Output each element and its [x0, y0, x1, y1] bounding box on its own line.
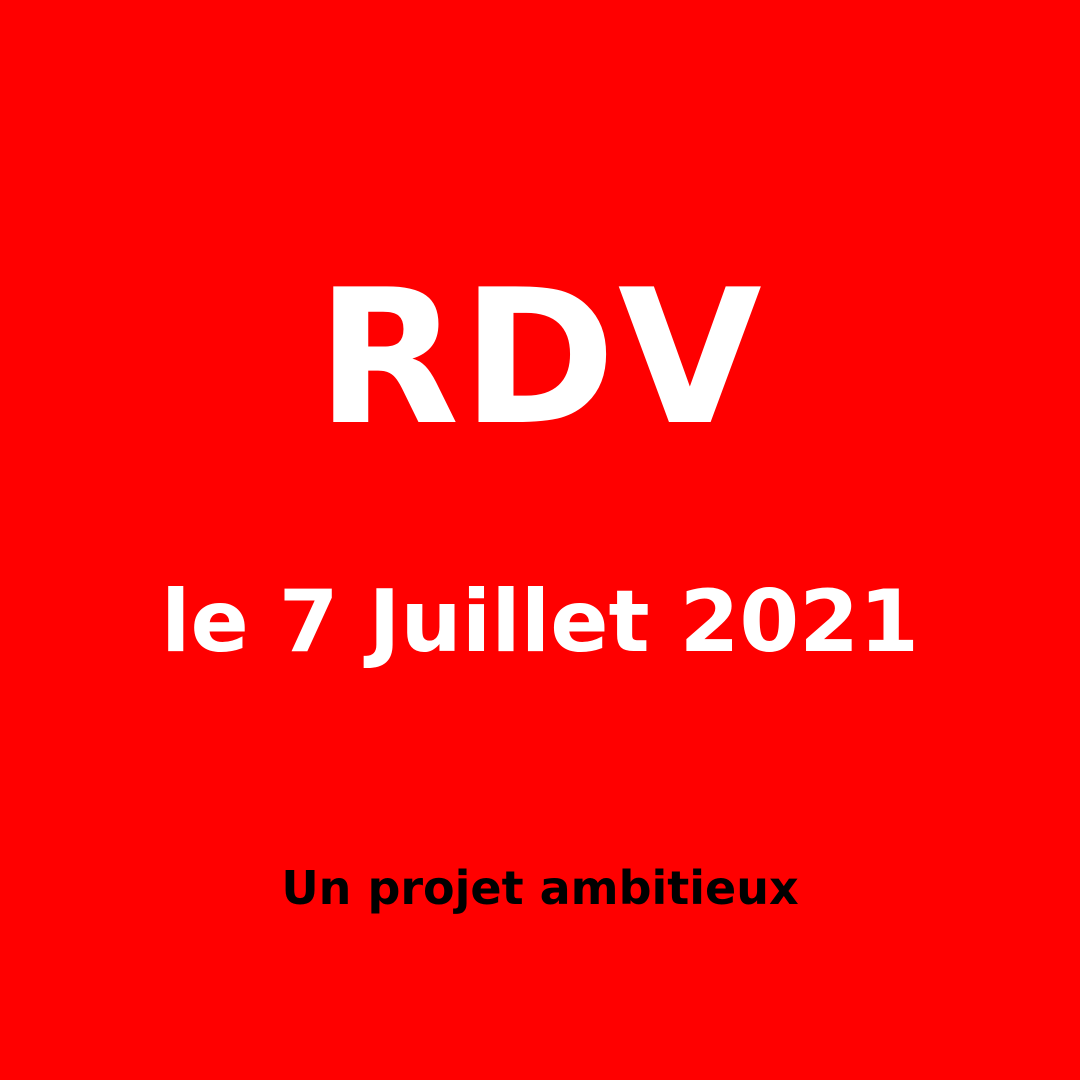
red-poster-background: RDV le 7 Juillet 2021 Un projet ambitieu… — [0, 0, 1080, 1080]
event-date: le 7 Juillet 2021 — [161, 572, 919, 672]
headline-rdv: RDV — [316, 249, 764, 466]
tagline: Un projet ambitieux — [281, 861, 799, 915]
